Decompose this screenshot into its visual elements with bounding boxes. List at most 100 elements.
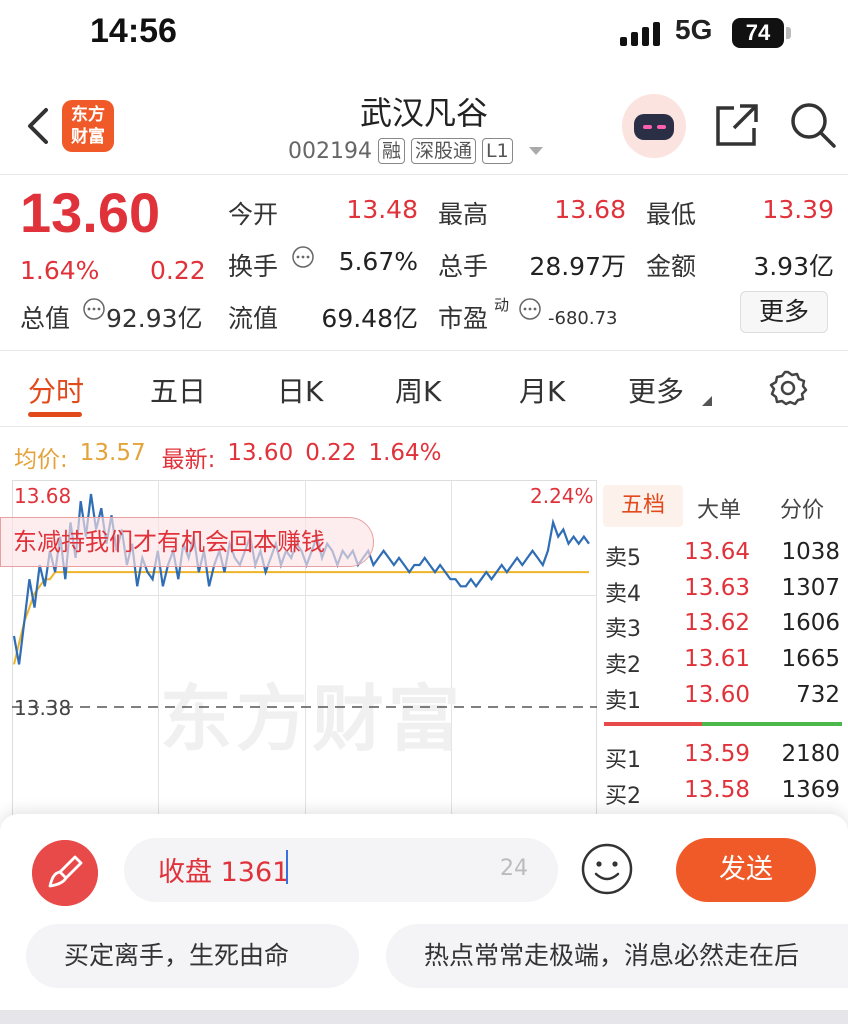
ask-label: 卖3 (605, 617, 641, 642)
chart-base-label: 13.38 (14, 696, 72, 720)
tab-monthly-k[interactable]: 月K (519, 370, 565, 410)
high-value: 13.68 (554, 195, 626, 224)
ask-bid-ratio-bar (702, 722, 842, 726)
avg-price-label: 均价: (14, 447, 68, 473)
divider (0, 174, 848, 175)
ask-label: 卖4 (605, 582, 641, 607)
share-icon[interactable] (712, 100, 762, 150)
tab-underline (28, 412, 82, 417)
corner-caret-icon (702, 396, 712, 406)
avg-price-value: 13.57 (79, 440, 146, 466)
ask-volume: 1606 (781, 610, 840, 636)
ask-label: 卖1 (605, 689, 641, 714)
quick-reply-chip[interactable]: 热点常常走极端，消息必然走在后 (386, 924, 848, 988)
emoji-icon[interactable] (580, 842, 634, 896)
tab-price-dist[interactable]: 分价 (780, 492, 824, 524)
ask-volume: 1307 (781, 575, 840, 601)
ask-label: 卖2 (605, 653, 641, 678)
bid-label: 买2 (605, 784, 641, 809)
info-icon[interactable] (82, 297, 106, 321)
home-indicator-area (0, 1010, 848, 1024)
brush-icon[interactable] (32, 840, 98, 906)
ask-price: 13.63 (684, 575, 750, 601)
change-amount: 0.22 (150, 256, 206, 285)
tab-five-day[interactable]: 五日 (150, 370, 206, 410)
tab-five-level[interactable]: 五档 (603, 485, 683, 527)
bid-price: 13.59 (684, 741, 750, 767)
bid-volume: 2180 (781, 741, 840, 767)
amount-label: 金额 (646, 252, 697, 281)
gear-icon[interactable] (768, 368, 808, 408)
volume-label: 总手 (438, 252, 489, 281)
divider (0, 426, 848, 427)
robot-eye-icon (657, 125, 666, 129)
chart-pct-label: 2.24% (530, 484, 594, 508)
tag-connect: 深股通 (411, 138, 477, 164)
chart-high-label: 13.68 (14, 484, 72, 508)
battery-tip (786, 27, 791, 39)
ask-label: 卖5 (605, 546, 641, 571)
tag-margin: 融 (377, 138, 405, 164)
tab-daily-k[interactable]: 日K (277, 370, 323, 410)
signal-icon (620, 22, 660, 46)
low-value: 13.39 (762, 195, 834, 224)
comment-input-text[interactable]: 收盘 1361 (158, 850, 289, 889)
network-type: 5G (675, 14, 713, 45)
chart-legend: 均价: 13.57 最新: 13.60 0.22 1.64% (14, 440, 442, 474)
status-time: 14:56 (90, 12, 177, 50)
low-label: 最低 (646, 200, 697, 229)
open-value: 13.48 (346, 195, 418, 224)
stock-code-row[interactable]: 002194 融 深股通 L1 (288, 138, 543, 164)
char-counter: 24 (500, 856, 528, 881)
amount-value: 3.93亿 (753, 252, 834, 281)
info-icon[interactable] (518, 297, 542, 321)
ask-price: 13.60 (684, 682, 750, 708)
bid-label: 买1 (605, 748, 641, 773)
high-label: 最高 (438, 200, 489, 229)
ask-price: 13.62 (684, 610, 750, 636)
latest-pct: 1.64% (368, 440, 442, 466)
pe-sup: 动 (494, 296, 510, 314)
chevron-down-icon[interactable] (528, 147, 543, 155)
ask-volume: 1665 (781, 646, 840, 672)
bid-price: 13.58 (684, 777, 750, 803)
current-price: 13.60 (20, 181, 161, 244)
avg-price-line (13, 571, 589, 665)
ask-volume: 1038 (781, 539, 840, 565)
robot-face-icon (634, 114, 674, 140)
latest-change: 0.22 (305, 440, 357, 466)
latest-label: 最新: (161, 447, 216, 473)
stock-code: 002194 (288, 138, 372, 164)
turnover-value: 5.67% (338, 247, 418, 276)
ask-price: 13.61 (684, 646, 750, 672)
ask-price: 13.64 (684, 539, 750, 565)
pe-label: 市盈 (438, 304, 489, 333)
mkt-cap-value: 92.93亿 (106, 304, 203, 333)
text-cursor (286, 850, 288, 884)
ask-volume: 732 (796, 682, 840, 708)
bid-volume: 1369 (781, 777, 840, 803)
danmu-comment[interactable]: 东减持我们才有机会回本赚钱 (0, 517, 374, 567)
float-cap-value: 69.48亿 (321, 304, 418, 333)
divider (0, 350, 848, 351)
turnover-label: 换手 (228, 252, 279, 281)
more-quote-button[interactable]: 更多 (740, 291, 828, 333)
quick-reply-chip[interactable]: 买定离手，生死由命 (26, 924, 359, 988)
battery-icon: 74 (732, 18, 784, 48)
tag-level: L1 (482, 138, 513, 164)
tab-intraday[interactable]: 分时 (28, 370, 84, 410)
latest-value: 13.60 (227, 440, 294, 466)
volume-value: 28.97万 (529, 252, 626, 281)
tab-big-orders[interactable]: 大单 (697, 492, 741, 524)
robot-eye-icon (643, 125, 652, 129)
tab-more[interactable]: 更多 (628, 370, 684, 410)
float-cap-label: 流值 (228, 304, 279, 333)
send-button[interactable]: 发送 (676, 838, 816, 902)
pe-value: -680.73 (548, 308, 618, 329)
ask-bid-ratio-bar (604, 722, 702, 726)
mkt-cap-label: 总值 (20, 304, 71, 333)
tab-weekly-k[interactable]: 周K (395, 370, 441, 410)
open-label: 今开 (228, 200, 279, 229)
search-icon[interactable] (788, 100, 838, 150)
change-pct: 1.64% (20, 256, 100, 285)
